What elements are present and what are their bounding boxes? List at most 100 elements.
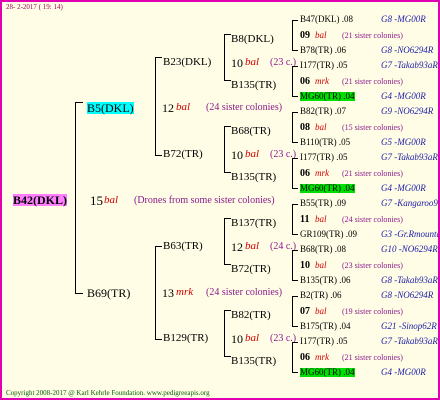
connector-line — [292, 158, 298, 159]
root-queen-id: B42(DKL) — [13, 193, 67, 207]
connector-line — [292, 296, 298, 297]
gen4-bottom-location: G21 -Sinop62R — [381, 321, 437, 331]
connector-line — [155, 339, 162, 340]
connector-line — [292, 112, 298, 113]
gen2-count: 12 — [231, 240, 243, 254]
connector-line — [292, 142, 298, 143]
gen2-mark: bal — [245, 332, 260, 344]
connector-line — [292, 112, 293, 142]
gen4-mark: mrk — [315, 352, 329, 362]
gen4-top-id: I177(TR) .05 — [300, 336, 348, 346]
gen3-queen-id: B137(TR) — [231, 217, 277, 229]
gen4-bottom-id: B110(TR) .05 — [300, 137, 351, 147]
connector-line — [292, 66, 298, 67]
gen3-queen-id: B8(DKL) — [231, 33, 274, 45]
gen4-mark: mrk — [315, 168, 329, 178]
gen4-top-location: G10 -NO6294R — [381, 244, 438, 254]
connector-line — [292, 280, 298, 281]
gen4-description: (21 sister colonies) — [342, 169, 403, 178]
gen4-bottom-id: B175(TR) .04 — [300, 321, 351, 331]
gen4-top-id: B55(TR) .09 — [300, 198, 346, 208]
gen4-bottom-id: MG60(TR) .04 — [300, 91, 355, 101]
gen4-top-location: G9 -NO6294R — [381, 106, 434, 116]
gen4-count: 07 — [300, 306, 310, 317]
root-sister-count: 15 — [90, 193, 103, 208]
gen4-count: 06 — [300, 76, 310, 87]
gen3-queen-id: B82(TR) — [231, 309, 271, 321]
gen3-queen-id: B135(TR) — [231, 79, 277, 91]
connector-line — [224, 264, 231, 265]
connector-line — [155, 155, 162, 156]
connector-line — [292, 20, 298, 21]
gen1-top-mark: bal — [176, 101, 191, 113]
gen4-count: 08 — [300, 122, 310, 133]
connector-line — [292, 342, 293, 372]
gen1-bottom-mark: mrk — [176, 286, 194, 298]
gen4-bottom-location: G4 -MG00R — [381, 367, 426, 377]
gen4-mark: bal — [315, 30, 327, 40]
gen4-bottom-location: G8 -Takab93aR — [381, 275, 438, 285]
gen2-queen-id: B129(TR) — [163, 332, 209, 344]
gen4-top-id: B68(TR) .08 — [300, 244, 346, 254]
gen4-bottom-location: G5 -MG00R — [381, 137, 426, 147]
gen4-description: (24 sister colonies) — [342, 215, 403, 224]
gen4-description: (21 sister colonies) — [342, 353, 403, 362]
gen4-bottom-id: GR109(TR) .09 — [300, 229, 357, 239]
gen1-top-id: B5(DKL) — [87, 101, 134, 115]
gen2-count: 10 — [231, 332, 243, 346]
gen4-top-id: I177(TR) .05 — [300, 60, 348, 70]
gen4-bottom-id: B78(TR) .06 — [300, 45, 346, 55]
connector-line — [292, 204, 298, 205]
connector-line — [292, 20, 293, 50]
gen3-queen-id: B135(TR) — [231, 171, 277, 183]
pedigree-chart: 28- 2-2017 ( 19: 14) Copyright 2008-2017… — [0, 0, 440, 400]
gen4-count: 11 — [300, 214, 310, 225]
gen1-bottom-id: B69(TR) — [87, 286, 131, 300]
connector-line — [75, 293, 83, 294]
connector-line — [224, 34, 231, 35]
gen1-top-description: (24 sister colonies) — [206, 102, 283, 113]
connector-line — [292, 296, 293, 326]
connector-line — [292, 372, 298, 373]
gen3-queen-id: B135(TR) — [231, 355, 277, 367]
connector-line — [224, 356, 231, 357]
gen4-top-location: G7 -Takab93aR — [381, 152, 438, 162]
connector-line — [224, 172, 231, 173]
connector-line — [292, 342, 298, 343]
gen1-bottom-count: 13 — [162, 286, 174, 300]
gen4-top-id: B2(TR) .06 — [300, 290, 342, 300]
connector-line — [155, 57, 162, 58]
gen4-top-location: G7 -Takab93aR — [381, 336, 438, 346]
gen4-description: (21 sister colonies) — [342, 31, 403, 40]
gen4-bottom-location: G8 -NO6294R — [381, 45, 434, 55]
connector-line — [224, 126, 231, 127]
gen4-bottom-id: B135(TR) .06 — [300, 275, 351, 285]
connector-line — [292, 234, 298, 235]
connector-line — [155, 246, 162, 247]
connector-line — [75, 102, 76, 294]
gen1-top-count: 12 — [162, 101, 174, 115]
connector-line — [224, 218, 225, 264]
gen4-count: 09 — [300, 30, 310, 41]
connector-line — [224, 310, 231, 311]
gen4-top-location: G7 -Kangaroo98R — [381, 198, 438, 208]
gen4-description: (23 sister colonies) — [342, 261, 403, 270]
connector-line — [292, 66, 293, 96]
gen4-bottom-location: G3 -Gr.Rmounta — [381, 229, 440, 239]
gen3-queen-id: B68(TR) — [231, 125, 271, 137]
gen4-mark: bal — [315, 122, 327, 132]
gen4-count: 10 — [300, 260, 310, 271]
gen4-count: 06 — [300, 168, 310, 179]
gen2-mark: bal — [245, 148, 260, 160]
timestamp: 28- 2-2017 ( 19: 14) — [6, 3, 63, 11]
gen4-description: (19 sister colonies) — [342, 307, 403, 316]
connector-line — [155, 57, 156, 155]
gen4-count: 06 — [300, 352, 310, 363]
gen4-mark: bal — [315, 260, 327, 270]
gen4-top-location: G8 -NO6294R — [381, 290, 434, 300]
gen4-bottom-location: G4 -MG00R — [381, 91, 426, 101]
gen4-top-location: G7 -Takab93aR — [381, 60, 438, 70]
gen4-bottom-id: MG60(TR) .04 — [300, 183, 355, 193]
connector-line — [224, 310, 225, 356]
connector-line — [292, 204, 293, 234]
